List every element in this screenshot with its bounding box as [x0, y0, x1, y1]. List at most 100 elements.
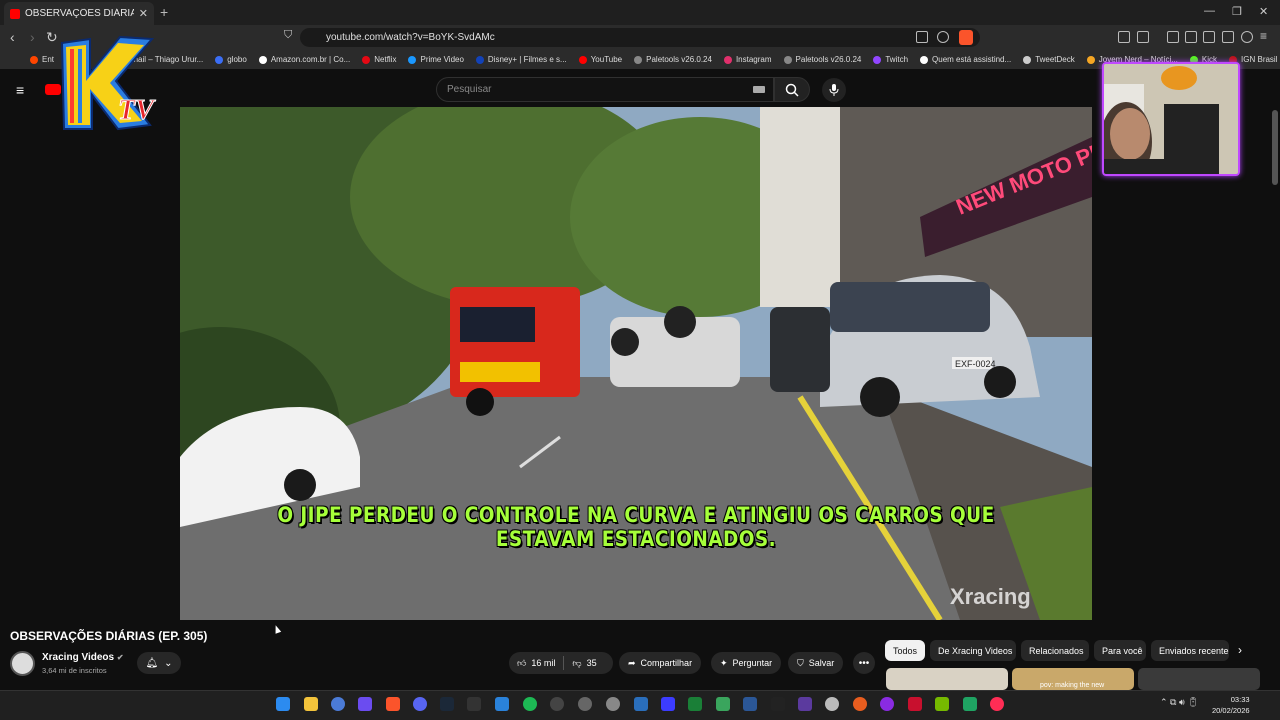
sidebar-icon[interactable]: [1185, 31, 1197, 43]
bookmark-item[interactable]: YouTube: [578, 55, 622, 64]
forward-icon[interactable]: ›: [30, 29, 35, 45]
app-icon[interactable]: [467, 697, 481, 711]
share-button[interactable]: ➦ Compartilhar: [619, 652, 702, 674]
epic-games-icon[interactable]: [771, 697, 785, 711]
bookmark-item[interactable]: globo: [215, 55, 247, 64]
bookmark-item[interactable]: Disney+ | Filmes e s...: [475, 55, 567, 64]
chip-from-channel[interactable]: De Xracing Videos: [930, 640, 1016, 661]
app-icon[interactable]: [908, 697, 922, 711]
notification-button[interactable]: 🔔︎ ⌄: [137, 652, 181, 674]
chip-all[interactable]: Todos: [885, 640, 925, 661]
save-icon: ⛉: [797, 657, 804, 668]
leo-icon[interactable]: [1222, 31, 1234, 43]
recommended-thumbnail[interactable]: pov: making the new: [1012, 668, 1134, 690]
xbox-icon[interactable]: [716, 697, 730, 711]
recommended-thumbnail[interactable]: [1138, 668, 1260, 690]
menu-icon[interactable]: ≡: [1260, 29, 1267, 43]
spotify-icon[interactable]: [523, 697, 537, 711]
wallet-icon[interactable]: [1203, 31, 1215, 43]
tab-strip: [0, 0, 1280, 25]
bookmark-item[interactable]: Prime Video: [408, 55, 464, 64]
bookmark-item[interactable]: TweetDeck: [1023, 55, 1075, 64]
bookmark-item[interactable]: Paletools v26.0.24: [783, 55, 861, 64]
app-icon[interactable]: [963, 697, 977, 711]
cast-icon[interactable]: [916, 31, 928, 43]
chip-for-you[interactable]: Para você: [1094, 640, 1146, 661]
app-icon[interactable]: [661, 697, 675, 711]
app-icon[interactable]: [688, 697, 702, 711]
bookmark-item[interactable]: Paletools v26.0.24: [634, 55, 712, 64]
ktv-logo: TV: [60, 35, 157, 131]
bookmark-item[interactable]: Ent: [30, 55, 54, 64]
ask-button[interactable]: ✦ Perguntar: [711, 652, 782, 674]
dislike-button[interactable]: 👎︎ 35: [564, 658, 604, 669]
file-explorer-icon[interactable]: [304, 697, 318, 711]
app-icon[interactable]: [495, 697, 509, 711]
close-window-icon[interactable]: ✕: [1259, 5, 1268, 18]
minimize-icon[interactable]: —: [1204, 5, 1215, 17]
new-tab-icon[interactable]: +: [160, 4, 168, 20]
app-icon[interactable]: [743, 697, 757, 711]
steam-icon[interactable]: [440, 697, 454, 711]
app-icon[interactable]: [880, 697, 894, 711]
youtube-logo-icon[interactable]: [45, 84, 61, 95]
video-title: OBSERVAÇÕES DIÁRIAS (EP. 305): [10, 629, 208, 643]
thumbnail-caption: pov: making the new: [1040, 682, 1105, 689]
url-text: youtube.com/watch?v=BoYK-SvdAMc: [326, 32, 495, 43]
chip-related[interactable]: Relacionados: [1021, 640, 1089, 661]
app-icon[interactable]: [798, 697, 812, 711]
brave-app-icon[interactable]: [386, 697, 400, 711]
webcam-overlay: [1102, 62, 1240, 176]
search-button[interactable]: [774, 77, 810, 102]
app-icon[interactable]: [853, 697, 867, 711]
dislike-count: 35: [586, 658, 597, 668]
app-icon[interactable]: [825, 697, 839, 711]
more-actions-button[interactable]: •••: [853, 652, 875, 674]
app-icon[interactable]: [634, 697, 648, 711]
reload-icon[interactable]: ↻: [46, 29, 58, 46]
scrollbar[interactable]: [1272, 110, 1278, 185]
voice-search-button[interactable]: [822, 78, 846, 102]
bookmark-icon[interactable]: ⛉: [284, 29, 292, 42]
nvidia-icon[interactable]: [935, 697, 949, 711]
maximize-icon[interactable]: ❐: [1232, 5, 1242, 18]
thumbs-up-icon: 👍︎: [517, 657, 527, 668]
browser-app-icon[interactable]: [331, 697, 345, 711]
back-icon[interactable]: ‹: [10, 29, 15, 45]
windows-start-icon[interactable]: [276, 697, 290, 711]
chip-recently-uploaded[interactable]: Enviados recentemente: [1151, 640, 1229, 661]
save-button[interactable]: ⛉ Salvar: [788, 652, 844, 674]
brave-shield-icon[interactable]: [959, 30, 973, 45]
obs-icon[interactable]: [578, 697, 592, 711]
guide-menu-icon[interactable]: ≡: [16, 82, 24, 98]
system-tray[interactable]: ⌃ ⧉ 🔊︎ 🔋︎: [1160, 697, 1199, 708]
close-tab-icon[interactable]: ✕: [139, 7, 148, 20]
recommended-thumbnail[interactable]: [886, 668, 1008, 690]
bookmark-item[interactable]: Twitch: [873, 55, 908, 64]
search-icon: [785, 83, 799, 97]
vpn-icon[interactable]: [1241, 31, 1253, 43]
screenshot-icon[interactable]: [1137, 31, 1149, 43]
music-icon[interactable]: [1167, 31, 1179, 43]
bookmark-item[interactable]: Quem está assistind...: [920, 55, 1011, 64]
share-page-icon[interactable]: [937, 31, 949, 43]
bookmark-item[interactable]: Amazon.com.br | Co...: [258, 55, 350, 64]
channel-name[interactable]: Xracing Videos ✔: [42, 652, 124, 663]
keyboard-icon[interactable]: [753, 86, 765, 93]
app-icon[interactable]: [358, 697, 372, 711]
app-icon[interactable]: [606, 697, 620, 711]
bookmark-item[interactable]: Netflix: [362, 55, 396, 64]
discord-icon[interactable]: [413, 697, 427, 711]
browser-tab[interactable]: OBSERVAÇÕES DIÁRIAS (EP. 3 ✕: [4, 2, 154, 25]
system-clock[interactable]: 03:33 20/02/2026: [1212, 694, 1250, 716]
chevron-right-icon[interactable]: ›: [1238, 643, 1242, 657]
bookmark-item[interactable]: Instagram: [723, 55, 772, 64]
address-bar[interactable]: youtube.com/watch?v=BoYK-SvdAMc: [300, 28, 980, 47]
app-icon[interactable]: [990, 697, 1004, 711]
extensions-icon[interactable]: [1118, 31, 1130, 43]
video-subtitle: O JIPE PERDEU O CONTROLE NA CURVA E ATIN…: [277, 503, 995, 551]
like-button[interactable]: 👍︎ 16 mil: [509, 658, 563, 669]
app-icon[interactable]: [550, 697, 564, 711]
channel-avatar[interactable]: [10, 651, 35, 676]
search-input[interactable]: Pesquisar: [436, 77, 774, 102]
